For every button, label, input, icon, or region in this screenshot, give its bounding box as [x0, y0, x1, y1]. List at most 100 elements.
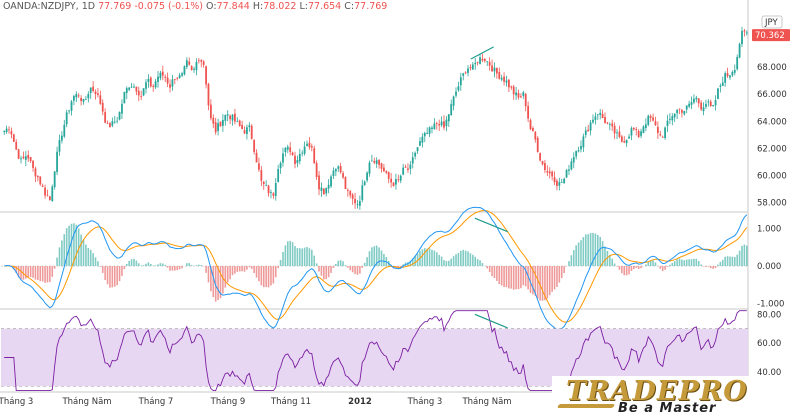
macd-hist-bar: [95, 257, 97, 266]
candle-body: [429, 127, 431, 134]
macd-hist-bar: [273, 266, 275, 283]
candle-body: [361, 185, 363, 200]
macd-hist-bar: [599, 237, 601, 266]
candle-body: [421, 137, 423, 143]
macd-hist-bar: [359, 266, 361, 274]
candle-body: [147, 79, 149, 82]
candle-body: [388, 172, 390, 179]
macd-hist-bar: [208, 266, 210, 282]
candle-body: [573, 157, 575, 162]
candle-body: [349, 191, 351, 195]
candle-body: [647, 116, 649, 125]
candle-body: [645, 124, 647, 128]
macd-hist-bar: [383, 254, 385, 266]
macd-hist-bar: [431, 250, 433, 266]
macd-hist-bar: [150, 264, 152, 266]
macd-hist-bar: [496, 266, 498, 281]
macd-hist-bar: [681, 260, 683, 266]
macd-hist-bar: [494, 266, 496, 278]
macd-hist-bar: [424, 248, 426, 266]
candle-body: [140, 96, 142, 97]
candle-body: [313, 148, 315, 163]
macd-hist-bar: [335, 264, 337, 266]
candle-body: [306, 144, 308, 146]
candle-body: [126, 88, 128, 93]
candle-body: [222, 120, 224, 126]
candle-body: [693, 99, 695, 103]
candle-body: [263, 182, 265, 184]
macd-hist-bar: [325, 266, 327, 279]
candle-body: [131, 87, 133, 88]
macd-hist-bar: [186, 263, 188, 266]
candle-body: [49, 196, 51, 199]
macd-hist-bar: [155, 265, 157, 266]
candle-body: [736, 57, 738, 69]
macd-hist-bar: [722, 260, 724, 266]
candle-body: [373, 161, 375, 163]
macd-hist-bar: [345, 265, 347, 266]
candle-body: [352, 195, 354, 199]
candle-body: [551, 172, 553, 177]
candle-body: [698, 98, 700, 103]
candle-body: [289, 147, 291, 152]
candle-body: [246, 127, 248, 134]
candle-body: [176, 78, 178, 79]
candle-body: [520, 96, 522, 97]
candle-body: [686, 105, 688, 109]
candle-body: [705, 104, 707, 107]
candle-body: [321, 188, 323, 191]
candle-body: [626, 140, 628, 143]
macd-hist-bar: [551, 266, 553, 292]
macd-hist-bar: [616, 266, 618, 267]
candle-body: [164, 77, 166, 78]
macd-hist-bar: [261, 266, 263, 285]
macd-hist-bar: [429, 249, 431, 267]
macd-hist-bar: [736, 255, 738, 266]
macd-hist-bar: [556, 266, 558, 287]
candle-body: [482, 59, 484, 61]
candle-body: [155, 81, 157, 87]
candle-body: [739, 44, 741, 58]
candle-body: [99, 95, 101, 103]
macd-hist-bar: [188, 263, 190, 266]
macd-hist-bar: [124, 266, 126, 269]
macd-hist-bar: [162, 264, 164, 266]
candle-body: [311, 146, 313, 147]
macd-hist-bar: [623, 266, 625, 275]
candle-body: [75, 94, 77, 97]
candle-body: [157, 77, 159, 82]
candle-body: [631, 128, 633, 135]
macd-hist-bar: [244, 266, 246, 272]
candle-body: [270, 192, 272, 193]
candle-body: [568, 170, 570, 171]
candle-body: [652, 118, 654, 121]
candle-body: [123, 92, 125, 103]
candle-body: [453, 97, 455, 106]
candle-body: [47, 195, 49, 196]
candle-body: [294, 156, 296, 164]
candle-body: [378, 160, 380, 165]
price-tick-label: 66.000: [757, 90, 787, 100]
candle-body: [35, 168, 37, 176]
candle-body: [592, 120, 594, 123]
x-tick-label: Tháng 3: [407, 397, 443, 407]
macd-hist-bar: [563, 266, 565, 273]
macd-hist-bar: [198, 265, 200, 266]
candle-body: [674, 114, 676, 118]
macd-hist-bar: [169, 266, 171, 271]
candle-body: [470, 67, 472, 68]
candle-body: [369, 163, 371, 174]
macd-hist-bar: [224, 266, 226, 288]
macd-hist-bar: [212, 266, 214, 297]
macd-hist-bar: [684, 260, 686, 266]
candle-body: [667, 121, 669, 126]
trading-chart[interactable]: 58.00060.00062.00064.00066.00068.00070.3…: [0, 0, 798, 415]
candle-body: [643, 126, 645, 133]
macd-hist-bar: [732, 257, 734, 266]
candle-body: [546, 171, 548, 172]
macd-hist-bar: [460, 251, 462, 266]
macd-hist-bar: [357, 266, 359, 275]
macd-hist-bar: [467, 251, 469, 266]
macd-hist-bar: [27, 266, 29, 278]
candle-body: [397, 179, 399, 180]
